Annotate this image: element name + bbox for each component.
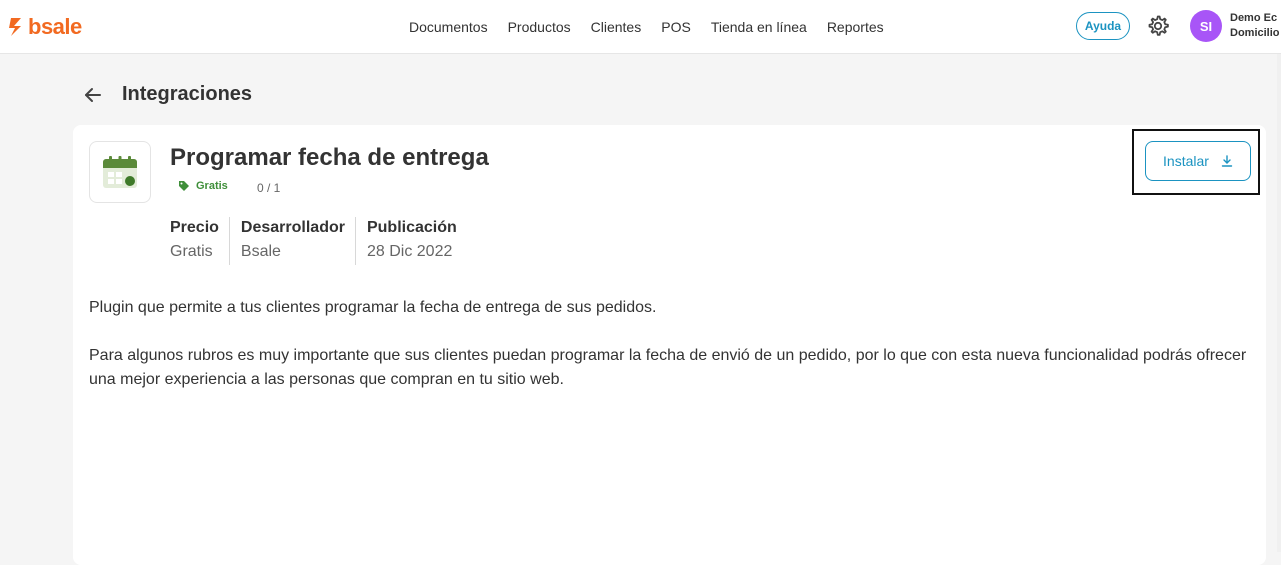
calendar-icon <box>103 156 137 188</box>
top-navbar: bsale Documentos Productos Clientes POS … <box>0 0 1281 54</box>
meta-value: 28 Dic 2022 <box>366 243 453 260</box>
meta-developer: Desarrollador Bsale <box>228 217 355 265</box>
nav-clientes[interactable]: Clientes <box>591 19 642 35</box>
tag-label: Gratis <box>196 180 228 192</box>
description-paragraph: Plugin que permite a tus clientes progra… <box>89 299 657 316</box>
description-paragraph: Para algunos rubros es muy importante qu… <box>89 347 1247 388</box>
meta-value: Bsale <box>240 243 281 260</box>
main-nav: Documentos Productos Clientes POS Tienda… <box>409 0 884 54</box>
page-title: Integraciones <box>122 83 253 105</box>
integration-card: Programar fecha de entrega Gratis 0 / 1 … <box>73 125 1266 565</box>
help-button[interactable]: Ayuda <box>1076 12 1130 40</box>
install-count: 0 / 1 <box>257 181 281 195</box>
nav-pos[interactable]: POS <box>661 19 691 35</box>
user-avatar[interactable]: SI <box>1190 10 1222 42</box>
user-name[interactable]: Demo Ec Domicilio <box>1230 11 1281 41</box>
bsale-logo-icon <box>9 18 21 36</box>
meta-value: Gratis <box>170 243 213 260</box>
meta-price: Precio Gratis <box>170 217 229 265</box>
app-icon <box>89 141 151 203</box>
brand-name: bsale <box>28 14 82 39</box>
meta-publication: Publicación 28 Dic 2022 <box>354 217 467 265</box>
user-name-line1: Demo Ec <box>1230 12 1278 24</box>
gear-icon[interactable] <box>1146 14 1170 38</box>
nav-productos[interactable]: Productos <box>508 19 571 35</box>
nav-documentos[interactable]: Documentos <box>409 19 488 35</box>
download-icon <box>1221 155 1233 167</box>
install-label: Instalar <box>1163 153 1209 169</box>
user-name-line2: Domicilio <box>1230 27 1280 39</box>
meta-label: Desarrollador <box>240 219 345 236</box>
nav-tienda-en-linea[interactable]: Tienda en línea <box>711 19 807 35</box>
bsale-logo[interactable]: bsale <box>8 14 82 40</box>
arrow-left-icon[interactable] <box>82 84 104 106</box>
app-meta: Precio Gratis Desarrollador Bsale Public… <box>170 217 467 265</box>
meta-label: Precio <box>170 219 219 236</box>
meta-label: Publicación <box>366 219 457 236</box>
install-button[interactable]: Instalar <box>1145 141 1251 181</box>
app-title: Programar fecha de entrega <box>170 144 489 171</box>
tag-icon <box>179 181 189 191</box>
app-description: Plugin que permite a tus clientes progra… <box>89 296 1259 416</box>
price-tag: Gratis <box>178 180 228 192</box>
scrollbar[interactable] <box>1277 54 1281 552</box>
nav-reportes[interactable]: Reportes <box>827 19 884 35</box>
